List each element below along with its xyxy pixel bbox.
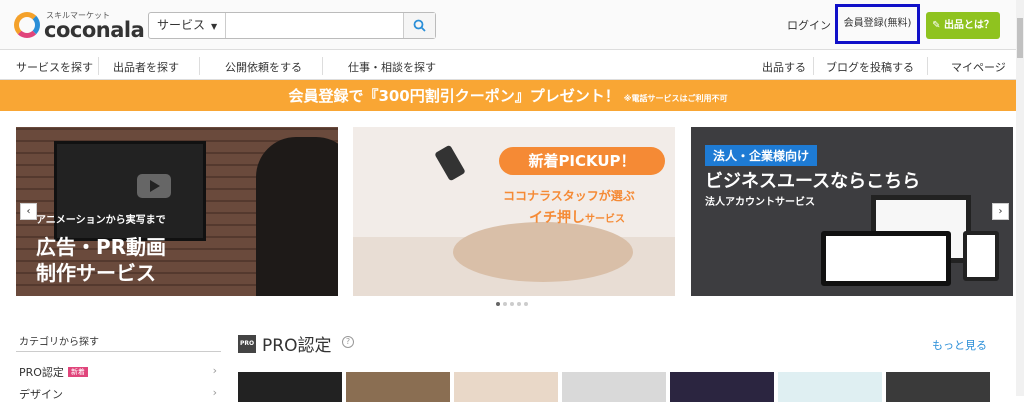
carousel-next-button[interactable]: › [992, 203, 1009, 220]
carousel-slide-business[interactable]: 法人・企業様向け ビジネスユースならこちら 法人アカウントサービス [691, 127, 1013, 296]
slide3-title: ビジネスユースならこちら [705, 171, 921, 192]
nav-find-jobs[interactable]: 仕事・相談を探す [348, 59, 436, 75]
nav-post[interactable]: 出品する [762, 59, 806, 75]
page-scrollbar[interactable] [1016, 0, 1024, 396]
post-label: 出品とは？ [943, 20, 994, 31]
chevron-right-icon: › [212, 386, 217, 399]
tablet-image [963, 231, 999, 281]
pickup-badge: 新着PICKUP！ [499, 147, 665, 175]
slide2-line2: イチ押しサービス [529, 207, 625, 227]
search-input[interactable] [227, 13, 402, 38]
nav-request[interactable]: 公開依頼をする [225, 59, 302, 75]
register-button[interactable]: 会員登録(無料) [835, 4, 920, 44]
chevron-down-icon: ▼ [211, 22, 218, 31]
banner-note: ※電話サービスはご利用不可 [623, 94, 728, 103]
nav-blog[interactable]: ブログを投稿する [826, 59, 914, 75]
logo-text: coconala [44, 18, 145, 42]
carousel-dot[interactable] [517, 302, 521, 306]
search-bar: サービス ▼ [148, 12, 436, 39]
phone-image [434, 144, 466, 182]
sidebar-item-pro[interactable]: PRO認定 新着 › [19, 364, 219, 380]
service-thumbnail[interactable] [670, 372, 774, 402]
slide3-subtitle: 法人アカウントサービス [705, 197, 815, 208]
woman-image [453, 222, 633, 282]
coconala-logo[interactable]: スキルマーケット coconala [14, 10, 145, 42]
pro-icon: PRO [238, 335, 256, 353]
search-category-select[interactable]: サービス ▼ [149, 13, 226, 38]
service-thumbnail[interactable] [886, 372, 990, 402]
sidebar-item-label: PRO認定 [19, 366, 64, 379]
help-icon[interactable]: ? [342, 336, 354, 348]
category-divider [16, 351, 221, 352]
header: スキルマーケット coconala サービス ▼ ログイン 会員登録(無料) ✎ … [0, 0, 1016, 50]
scrollbar-thumb[interactable] [1017, 18, 1023, 58]
search-category-label: サービス [157, 18, 206, 32]
new-badge: 新着 [67, 367, 88, 377]
nav-find-sellers[interactable]: 出品者を探す [113, 59, 179, 75]
service-thumbnail[interactable] [238, 372, 342, 402]
nav-divider [927, 57, 928, 75]
nav-find-services[interactable]: サービスを探す [16, 59, 93, 75]
carousel-dot[interactable] [524, 302, 528, 306]
search-button[interactable] [403, 13, 435, 38]
pencil-icon: ✎ [932, 20, 944, 31]
see-more-link[interactable]: もっと見る [932, 337, 987, 353]
nav-divider [322, 57, 323, 75]
slide2-line1: ココナラスタッフが選ぶ [503, 189, 635, 203]
service-thumbnail[interactable] [454, 372, 558, 402]
person-image [256, 137, 338, 296]
category-heading: カテゴリから探す [19, 337, 99, 348]
sidebar-item-label: デザイン [19, 388, 63, 401]
banner-main-text: 会員登録で『300円割引クーポン』プレゼント！ [288, 87, 620, 105]
main-nav: サービスを探す 出品者を探す 公開依頼をする 仕事・相談を探す 出品する ブログ… [0, 51, 1016, 80]
service-thumbnail[interactable] [346, 372, 450, 402]
business-tag: 法人・企業様向け [705, 145, 818, 166]
carousel-prev-button[interactable]: ‹ [20, 203, 37, 220]
slide1-title-line1: 広告・PR動画 [36, 235, 167, 259]
logo-mark-icon [14, 12, 40, 38]
sidebar-item-design[interactable]: デザイン › [19, 386, 219, 402]
slide2-line2-emph: イチ押し [529, 210, 585, 226]
laptop-image [821, 231, 951, 286]
coupon-banner[interactable]: 会員登録で『300円割引クーポン』プレゼント！ ※電話サービスはご利用不可 [0, 80, 1016, 111]
slide1-subtitle: アニメーションから実写まで [36, 215, 166, 226]
slide1-title-line2: 制作サービス [36, 261, 156, 285]
nav-divider [813, 57, 814, 75]
play-icon [137, 174, 171, 198]
monitor-image [54, 141, 206, 241]
carousel-slide-new-pickup[interactable]: 新着PICKUP！ ココナラスタッフが選ぶ イチ押しサービス [353, 127, 675, 296]
carousel-dot[interactable] [503, 302, 507, 306]
carousel-indicators [496, 302, 536, 308]
pro-section-title: PRO認定 [262, 336, 332, 356]
carousel-dot[interactable] [510, 302, 514, 306]
carousel-dot[interactable] [496, 302, 500, 306]
service-thumbnail[interactable] [778, 372, 882, 402]
what-is-posting-button[interactable]: ✎ 出品とは？ [926, 12, 1000, 39]
nav-divider [199, 57, 200, 75]
carousel-slide-video-ads[interactable]: アニメーションから実写まで 広告・PR動画 制作サービス [16, 127, 338, 296]
slide2-line2-rest: サービス [585, 214, 625, 225]
service-thumbnail[interactable] [562, 372, 666, 402]
chevron-right-icon: › [212, 364, 217, 377]
search-icon [413, 19, 426, 32]
login-link[interactable]: ログイン [787, 17, 831, 33]
nav-mypage[interactable]: マイページ [951, 59, 1006, 75]
nav-divider [98, 57, 99, 75]
